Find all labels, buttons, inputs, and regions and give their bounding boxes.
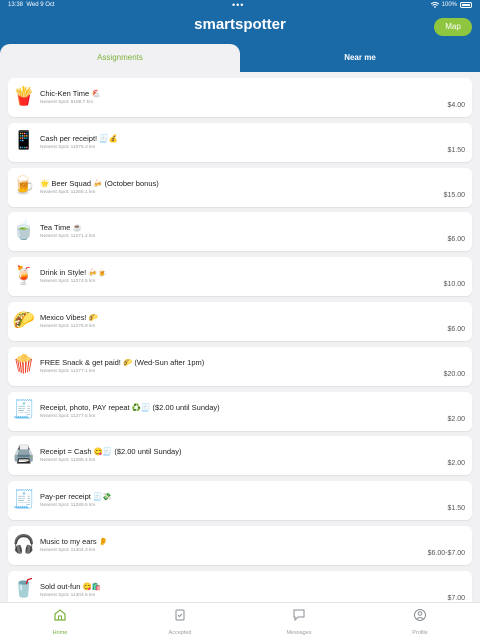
assignment-distance: Nearest Spot: 11265.1 km bbox=[40, 189, 96, 195]
assignment-card[interactable]: 🧾 Pay-per receipt 🧾💸 Nearest Spot: 11289.5… bbox=[8, 481, 472, 521]
assignment-thumbnail-icon: 🎧 bbox=[12, 533, 36, 554]
assignment-title: Sold out-fun 😋🛍️ bbox=[40, 581, 102, 591]
status-right: 100% bbox=[430, 2, 472, 8]
chat-bubble-icon bbox=[293, 609, 305, 622]
assignment-reward: $2.00 bbox=[447, 460, 465, 468]
assignment-reward: $1.50 bbox=[447, 505, 465, 513]
assignment-distance: Nearest Spot: 11276.9 km bbox=[40, 324, 96, 329]
assignment-distance: Nearest Spot: 11274.5 km bbox=[40, 279, 96, 285]
assignment-card[interactable]: 🖨️ Receipt = Cash 😋🧾 ($2.00 until Sunday)… bbox=[8, 436, 472, 476]
tabbar-messages[interactable]: Messages bbox=[269, 608, 329, 636]
assignment-thumbnail-icon: 🖨️ bbox=[12, 443, 36, 464]
assignment-title: Drink in Style! 🍻🍺 bbox=[40, 268, 108, 278]
assignment-distance: Nearest Spot: 11288.4 km bbox=[40, 458, 96, 464]
assignment-card[interactable]: 🎧 Music to my ears 👂 Nearest Spot: 11304.3… bbox=[8, 526, 472, 565]
assignment-title: FREE Snack & get paid! 🌮 (Wed-Sun after … bbox=[40, 357, 205, 367]
assignment-card[interactable]: 🍿 FREE Snack & get paid! 🌮 (Wed-Sun after… bbox=[8, 346, 472, 386]
clipboard-check-icon bbox=[175, 609, 185, 621]
assignment-card[interactable]: 🍟 Chic-Ken Time 🐔 Nearest Spot: 8188.7 km $… bbox=[8, 78, 472, 117]
assignment-distance: Nearest Spot: 11304.3 km bbox=[40, 548, 96, 553]
tab-assignments[interactable]: Assignments bbox=[0, 44, 240, 72]
multitask-dots-icon[interactable]: ••• bbox=[232, 0, 244, 10]
assignment-reward: $4.00 bbox=[447, 102, 465, 109]
map-button[interactable]: Map bbox=[434, 18, 472, 36]
assignment-thumbnail-icon: 🥤 bbox=[12, 578, 36, 599]
assignment-title: Receipt = Cash 😋🧾 ($2.00 until Sunday) bbox=[40, 447, 182, 457]
assignment-title: Tea Time ☕ bbox=[40, 223, 82, 233]
tabbar-accepted-label: Accepted bbox=[168, 630, 192, 636]
status-clock: 13:38 bbox=[8, 2, 24, 8]
assignment-card[interactable]: 🍹 Drink in Style! 🍻🍺 Nearest Spot: 11274.5… bbox=[8, 257, 472, 297]
status-bar: 13:38 Wed 9 Oct ••• 100% bbox=[0, 0, 480, 12]
assignment-distance: Nearest Spot: 11277.5 km bbox=[40, 413, 96, 419]
tabbar-home[interactable]: Home bbox=[30, 608, 90, 636]
assignment-distance: Nearest Spot: 11304.6 km bbox=[40, 592, 96, 598]
profile-icon bbox=[414, 609, 426, 621]
assignment-title: Receipt, photo, PAY repeat ♻️🧾 ($2.00 un… bbox=[40, 402, 220, 412]
assignment-thumbnail-icon: 🧾 bbox=[12, 488, 36, 509]
assignment-card[interactable]: 🍵 Tea Time ☕ Nearest Spot: 11271.2 km $6.00 bbox=[8, 212, 472, 252]
assignment-thumbnail-icon: 🍵 bbox=[12, 219, 36, 240]
tabbar-profile[interactable]: Profile bbox=[390, 608, 450, 636]
tab-row: Assignments Near me bbox=[0, 44, 480, 72]
assignment-title: Mexico Vibes! 🌮 bbox=[40, 313, 98, 322]
home-icon bbox=[54, 609, 66, 621]
assignment-thumbnail-icon: 🍟 bbox=[12, 85, 36, 106]
tabbar-profile-label: Profile bbox=[412, 630, 428, 636]
assignment-thumbnail-icon: 📱 bbox=[12, 130, 36, 151]
tabbar-accepted[interactable]: Accepted bbox=[150, 608, 210, 636]
assignment-reward: $6.00-$7.00 bbox=[427, 550, 465, 557]
assignment-reward: $20.00 bbox=[443, 370, 465, 378]
battery-percent: 100% bbox=[441, 2, 457, 8]
assignment-reward: $2.00 bbox=[447, 415, 465, 423]
status-date: Wed 9 Oct bbox=[26, 2, 55, 8]
status-time: 13:38 Wed 9 Oct bbox=[8, 2, 55, 8]
wifi-icon bbox=[430, 2, 439, 8]
assignment-reward: $15.00 bbox=[443, 191, 465, 199]
assignment-title: Music to my ears 👂 bbox=[40, 537, 109, 546]
assignment-title: Chic-Ken Time 🐔 bbox=[40, 89, 101, 98]
assignment-reward: $1.50 bbox=[447, 146, 465, 154]
assignment-title: Cash per receipt! 🧾💰 bbox=[40, 133, 118, 143]
assignment-thumbnail-icon: 🍺 bbox=[12, 175, 36, 196]
assignment-thumbnail-icon: 🌮 bbox=[12, 309, 36, 330]
assignment-distance: Nearest Spot: 11277.1 km bbox=[40, 368, 96, 374]
assignment-distance: Nearest Spot: 11271.2 km bbox=[40, 234, 96, 240]
brand-logo: smartspotter bbox=[194, 16, 286, 33]
tabbar-messages-label: Messages bbox=[286, 630, 312, 636]
tabbar-home-label: Home bbox=[52, 630, 68, 636]
assignment-distance: Nearest Spot: 11289.5 km bbox=[40, 503, 96, 509]
bottom-tab-bar: Home Accepted Messages Profile bbox=[0, 602, 480, 641]
assignment-card[interactable]: 📱 Cash per receipt! 🧾💰 Nearest Spot: 11076… bbox=[8, 122, 472, 162]
assignment-title: 🌟 Beer Squad 🍻 (October bonus) bbox=[40, 178, 159, 188]
assignment-thumbnail-icon: 🍿 bbox=[12, 354, 36, 375]
assignment-distance: Nearest Spot: 11076.3 km bbox=[40, 144, 96, 150]
assignment-card[interactable]: 🌮 Mexico Vibes! 🌮 Nearest Spot: 11276.9 km… bbox=[8, 302, 472, 341]
assignment-reward: $6.00 bbox=[447, 236, 465, 244]
assignment-card[interactable]: 🧾 Receipt, photo, PAY repeat ♻️🧾 ($2.00 u… bbox=[8, 391, 472, 431]
assignment-reward: $6.00 bbox=[447, 326, 465, 333]
assignment-reward: $10.00 bbox=[443, 281, 465, 289]
assignment-title: Pay-per receipt 🧾💸 bbox=[40, 492, 112, 502]
assignment-distance: Nearest Spot: 8188.7 km bbox=[40, 100, 94, 105]
assignment-thumbnail-icon: 🧾 bbox=[12, 399, 36, 420]
battery-icon bbox=[460, 2, 472, 8]
assignment-reward: $7.00 bbox=[447, 594, 465, 602]
assignment-card[interactable]: 🍺 🌟 Beer Squad 🍻 (October bonus) Nearest S… bbox=[8, 167, 472, 207]
tab-near-me[interactable]: Near me bbox=[240, 44, 480, 72]
assignment-thumbnail-icon: 🍹 bbox=[12, 264, 36, 285]
app-header: 13:38 Wed 9 Oct ••• 100% smartspotter Ma… bbox=[0, 0, 480, 72]
